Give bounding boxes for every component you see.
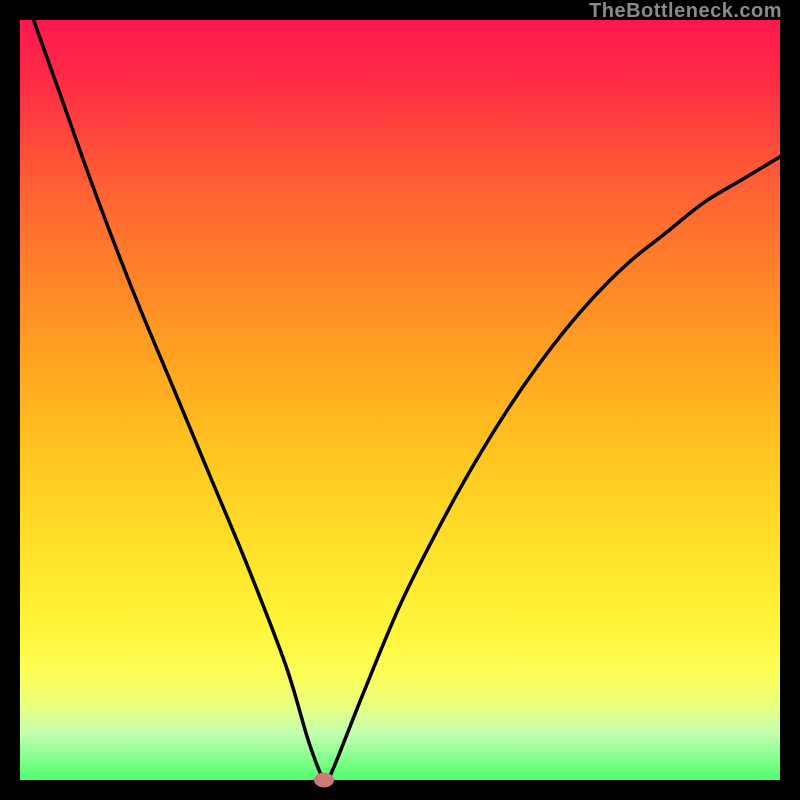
curve-svg xyxy=(20,20,780,780)
bottleneck-curve xyxy=(20,20,780,780)
chart-stage: TheBottleneck.com xyxy=(0,0,800,800)
plot-area xyxy=(20,20,780,780)
optimum-marker xyxy=(314,773,334,788)
